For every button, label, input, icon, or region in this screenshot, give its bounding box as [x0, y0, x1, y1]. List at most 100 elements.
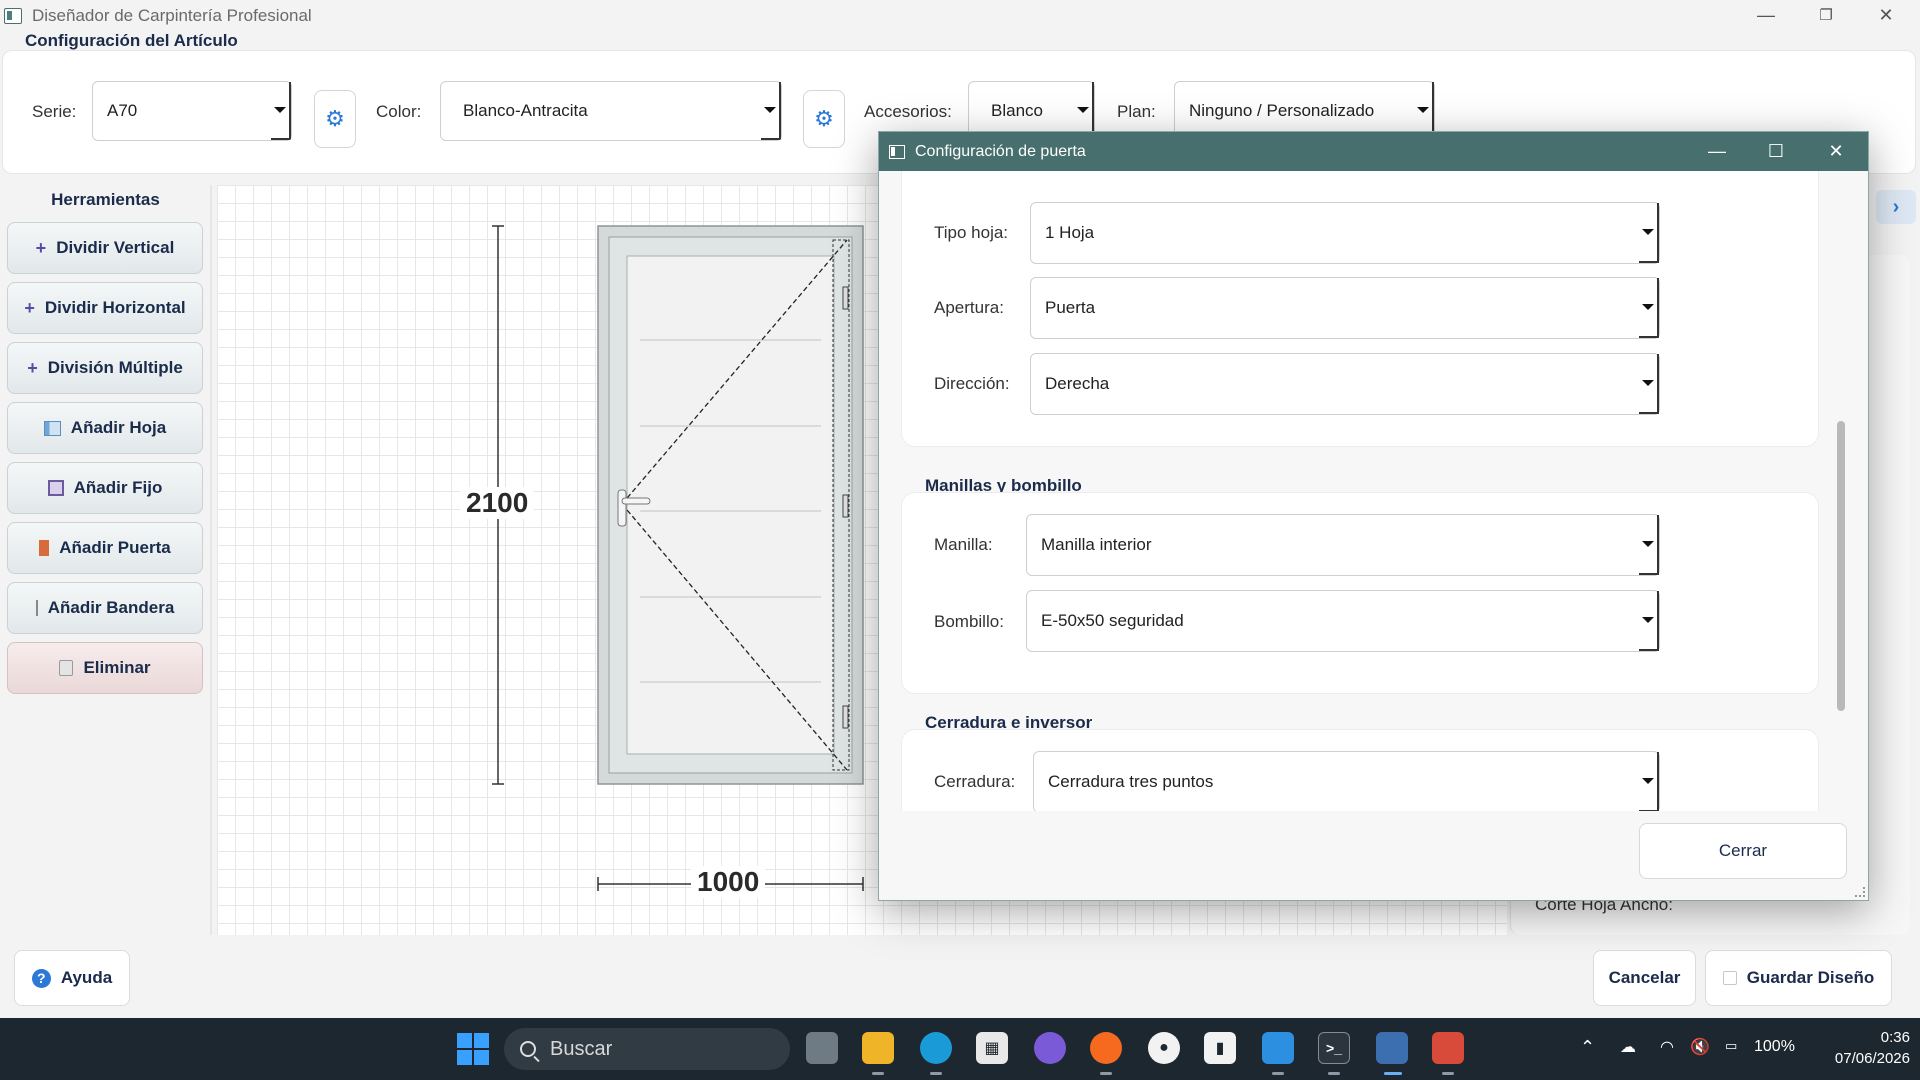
plan-value: Ninguno / Personalizado	[1189, 101, 1375, 120]
restore-button[interactable]: ❐	[1796, 0, 1856, 30]
serie-combobox[interactable]: A70	[92, 81, 292, 141]
chevron-down-icon	[1639, 203, 1659, 263]
gear-icon: ⚙	[814, 106, 834, 131]
help-button[interactable]: ? Ayuda	[14, 950, 130, 1006]
divide-vertical-button[interactable]: + Dividir Vertical	[7, 222, 203, 274]
app-carpentry-icon[interactable]	[1432, 1032, 1464, 1064]
direccion-label: Dirección:	[934, 374, 1010, 393]
dialog-close-action-button[interactable]: Cerrar	[1639, 823, 1847, 879]
save-icon	[1722, 971, 1737, 985]
task-view-icon[interactable]	[806, 1032, 838, 1064]
multiple-division-button[interactable]: + División Múltiple	[7, 342, 203, 394]
tipo-hoja-label: Tipo hoja:	[934, 223, 1009, 242]
dialog-minimize-button[interactable]: —	[1687, 132, 1747, 171]
bombillo-label: Bombillo:	[934, 612, 1004, 631]
dialog-title: Configuración de puerta	[915, 142, 1086, 160]
apertura-label: Apertura:	[934, 298, 1004, 317]
battery-percent: 100%	[1754, 1038, 1795, 1055]
resize-grip-icon[interactable]	[1855, 887, 1865, 897]
cerradura-value: Cerradura tres puntos	[1048, 772, 1214, 791]
github-icon[interactable]: ●	[1148, 1032, 1180, 1064]
serie-value: A70	[107, 101, 138, 120]
taskbar: Buscar ▦ ● ▮ >_ ⌃ ☁ ◠ 🔇 ▭ 100% 0:36 07/0…	[0, 1018, 1920, 1080]
bombillo-value: E-50x50 seguridad	[1041, 611, 1184, 630]
apertura-combobox[interactable]: Puerta	[1030, 277, 1660, 339]
color-settings-button[interactable]: ⚙	[803, 90, 845, 148]
tools-title: Herramientas	[51, 190, 160, 209]
app-title: Diseñador de Carpintería Profesional	[32, 6, 312, 25]
chevron-down-icon	[1639, 354, 1659, 414]
edge-icon[interactable]	[920, 1032, 952, 1064]
panel-collapse-button[interactable]: ›	[1876, 190, 1916, 224]
cancel-button[interactable]: Cancelar	[1593, 950, 1696, 1006]
clock[interactable]: 0:36 07/06/2026	[1830, 1027, 1910, 1069]
tool-label: Añadir Bandera	[47, 598, 175, 617]
cerradura-combobox[interactable]: Cerradura tres puntos	[1033, 751, 1660, 811]
app-titlebar: Diseñador de Carpintería Profesional — ❐…	[0, 0, 1920, 32]
sidebar-divider	[210, 185, 212, 935]
chevron-up-icon[interactable]: ⌃	[1580, 1037, 1595, 1058]
cancel-label: Cancelar	[1608, 968, 1681, 987]
onedrive-icon[interactable]: ☁	[1620, 1037, 1636, 1057]
firefox-icon[interactable]	[1090, 1032, 1122, 1064]
python-icon[interactable]	[1376, 1032, 1408, 1064]
close-window-button[interactable]: ✕	[1856, 0, 1916, 30]
tool-label: Dividir Horizontal	[44, 298, 186, 317]
tipo-hoja-combobox[interactable]: 1 Hoja	[1030, 202, 1660, 264]
save-design-button[interactable]: Guardar Diseño	[1705, 950, 1892, 1006]
dialog-scroll-area[interactable]: Tipo hoja: 1 Hoja Apertura: Puerta Direc…	[879, 171, 1868, 811]
door-config-dialog: Configuración de puerta — ☐ ✕ Tipo hoja:…	[878, 131, 1869, 901]
taskbar-search[interactable]: Buscar	[504, 1028, 790, 1070]
tool-label: Eliminar	[83, 658, 151, 677]
direccion-combobox[interactable]: Derecha	[1030, 353, 1660, 415]
serie-settings-button[interactable]: ⚙	[314, 90, 356, 148]
clock-date: 07/06/2026	[1834, 1050, 1910, 1067]
search-placeholder: Buscar	[550, 1037, 613, 1060]
trash-icon	[59, 660, 74, 676]
color-combobox[interactable]: Blanco-Antracita	[440, 81, 782, 141]
leaf-icon	[43, 420, 61, 436]
flag-icon	[35, 600, 38, 616]
wifi-icon[interactable]: ◠	[1660, 1037, 1674, 1057]
square-icon	[47, 480, 64, 496]
paint-icon[interactable]	[1262, 1032, 1294, 1064]
plus-icon: +	[27, 357, 38, 378]
tool-label: Añadir Hoja	[70, 418, 167, 437]
chevron-down-icon	[1639, 515, 1659, 575]
terminal-icon[interactable]: >_	[1318, 1032, 1350, 1064]
divide-horizontal-button[interactable]: + Dividir Horizontal	[7, 282, 203, 334]
add-leaf-button[interactable]: Añadir Hoja	[7, 402, 203, 454]
accesorios-value: Blanco	[991, 101, 1043, 120]
color-value: Blanco-Antracita	[463, 101, 588, 120]
add-flag-button[interactable]: Añadir Bandera	[7, 582, 203, 634]
help-icon: ?	[31, 968, 51, 988]
dialog-scrollbar[interactable]	[1837, 421, 1845, 711]
save-label: Guardar Diseño	[1746, 968, 1875, 987]
accesorios-label: Accesorios:	[864, 102, 952, 121]
door-icon	[39, 540, 50, 556]
bombillo-combobox[interactable]: E-50x50 seguridad	[1026, 590, 1660, 652]
search-icon	[520, 1041, 536, 1057]
dialog-close-button[interactable]: ✕	[1806, 132, 1866, 171]
file-explorer-icon[interactable]	[862, 1032, 894, 1064]
delete-button[interactable]: Eliminar	[7, 642, 203, 694]
add-fixed-button[interactable]: Añadir Fijo	[7, 462, 203, 514]
battery-icon[interactable]: ▭	[1725, 1038, 1737, 1054]
volume-muted-icon[interactable]: 🔇	[1690, 1037, 1710, 1057]
chevron-down-icon	[1639, 278, 1659, 338]
add-door-button[interactable]: Añadir Puerta	[7, 522, 203, 574]
notepad-icon[interactable]: ▮	[1204, 1032, 1236, 1064]
dialog-icon	[889, 144, 905, 159]
config-section-title: Configuración del Artículo	[25, 31, 238, 50]
manilla-label: Manilla:	[934, 535, 993, 554]
dialog-titlebar: Configuración de puerta — ☐ ✕	[879, 132, 1868, 171]
manilla-combobox[interactable]: Manilla interior	[1026, 514, 1660, 576]
store-icon[interactable]: ▦	[976, 1032, 1008, 1064]
start-button[interactable]	[457, 1033, 489, 1065]
copilot-icon[interactable]	[1034, 1032, 1066, 1064]
minimize-button[interactable]: —	[1736, 0, 1796, 30]
dialog-maximize-button[interactable]: ☐	[1746, 132, 1806, 171]
chevron-right-icon: ›	[1892, 195, 1900, 218]
app-icon	[4, 8, 22, 24]
plus-icon: +	[35, 237, 47, 258]
